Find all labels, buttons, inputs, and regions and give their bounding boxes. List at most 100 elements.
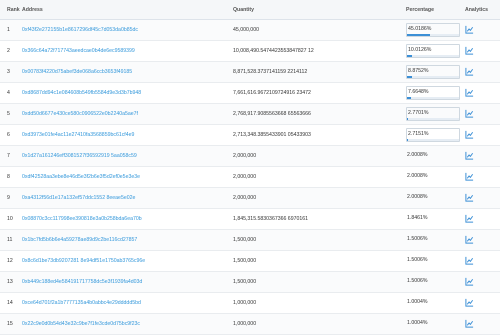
address-cell: 0xd8687dd94c1e084608b549fb5584d9e3d3b7b9… [22, 90, 233, 96]
chart-line-icon[interactable] [465, 46, 474, 55]
rank-cell: 5 [7, 111, 10, 117]
address-link[interactable]: 0xdd50d6677e430ce580c0906522e0b2240a5ae7… [22, 111, 138, 117]
table-row: 6 0xd3973e01fe4ac11e27410fa3568859bc61cf4… [0, 125, 500, 146]
address-link[interactable]: 0x22c9e0d0b54d43e32c9be7f1fe3cde0d75bc9f… [22, 321, 140, 327]
percentage-cell: 8.8752% [404, 65, 463, 79]
address-link[interactable]: 0xa4312f56d1e17a132ef57ddc1552 8eeae5e02… [22, 195, 135, 201]
analytics-cell [463, 256, 500, 267]
percentage-value: 1.0004% [407, 320, 428, 326]
rank-cell: 15 [7, 321, 13, 327]
percentage-cell: 1.5006% [404, 276, 463, 288]
table-row: 8 0xdf42528aa3ebe8e46d5e3f2b6e3f5d2ef0e5e… [0, 167, 500, 188]
address-link[interactable]: 0xf43f2e272155b1e8617296df45c7d053da0b85… [22, 27, 138, 33]
header-rank[interactable]: Rank [0, 7, 22, 13]
header-quantity[interactable]: Quantity [233, 7, 404, 13]
address-link[interactable]: 0x08870c3cc117998ee390818e3a0b258bda6ea7… [22, 216, 142, 222]
analytics-cell [463, 151, 500, 162]
address-cell: 0x08870c3cc117998ee390818e3a0b258bda6ea7… [22, 216, 233, 222]
quantity-cell: 2,000,000 [233, 153, 257, 159]
chart-line-icon[interactable] [465, 298, 474, 307]
quantity-cell: 1,500,000 [233, 237, 257, 243]
quantity-cell: 7,661,616.9672109724916 23472 [233, 90, 311, 96]
header-percentage[interactable]: Percentage [404, 7, 463, 13]
chart-line-icon[interactable] [465, 130, 474, 139]
percentage-value: 2.7151% [408, 131, 429, 137]
address-link[interactable]: 0xd3973e01fe4ac11e27410fa3568859bc61cf4e… [22, 132, 134, 138]
percentage-value: 1.5006% [407, 257, 428, 263]
percentage-cell: 2.0008% [404, 192, 463, 204]
rank-cell: 3 [7, 69, 10, 75]
percentage-bar-fill [407, 97, 411, 99]
chart-line-icon[interactable] [465, 109, 474, 118]
analytics-cell [463, 109, 500, 120]
analytics-cell [463, 235, 500, 246]
percentage-indicator: 2.0008% [406, 192, 458, 204]
chart-line-icon[interactable] [465, 25, 474, 34]
percentage-bar-fill [407, 55, 413, 57]
percentage-bar-fill [407, 34, 431, 36]
percentage-indicator: 2.7701% [406, 107, 460, 121]
quantity-cell: 1,000,000 [233, 321, 257, 327]
quantity-cell: 1,845,315.5830367366 6970161 [233, 216, 309, 222]
chart-line-icon[interactable] [465, 172, 474, 181]
address-cell: 0x00783f4220d75abef3de068a6ccb3653f49185 [22, 69, 233, 75]
table-row: 7 0x1d27a161246eff3081527f36592919 5aa058… [0, 146, 500, 167]
chart-line-icon[interactable] [465, 235, 474, 244]
percentage-indicator: 10.0126% [406, 44, 460, 58]
rank-cell: 2 [7, 48, 10, 54]
chart-line-icon[interactable] [465, 67, 474, 76]
percentage-value: 1.0004% [407, 299, 428, 305]
quantity-cell: 1,500,000 [233, 258, 257, 264]
analytics-cell [463, 46, 500, 57]
address-cell: 0xb449c188ed4e584191717758dc5e3f1939fa4d… [22, 279, 233, 285]
percentage-value: 2.7701% [408, 110, 429, 116]
quantity-cell: 8,871,528.3737141159 2214112 [233, 69, 308, 75]
percentage-value: 45.0186% [408, 26, 432, 32]
chart-line-icon[interactable] [465, 319, 474, 328]
percentage-value: 8.8752% [408, 68, 429, 74]
quantity-cell: 2,713,348.3855433901 05433903 [233, 132, 311, 138]
token-holders-table: Rank Address Quantity Percentage Analyti… [0, 0, 500, 335]
percentage-value: 1.5006% [407, 278, 428, 284]
percentage-value: 10.0126% [408, 47, 432, 53]
address-cell: 0xd3973e01fe4ac11e27410fa3568859bc61cf4e… [22, 132, 233, 138]
address-link[interactable]: 0xb449c188ed4e584191717758dc5e3f1939fa4d… [22, 279, 142, 285]
address-link[interactable]: 0x1bc7fd5b6b6e4a59278ae89d9c2be116cd2785… [22, 237, 137, 243]
chart-line-icon[interactable] [465, 193, 474, 202]
chart-line-icon[interactable] [465, 214, 474, 223]
address-cell: 0x1bc7fd5b6b6e4a59278ae89d9c2be116cd2785… [22, 237, 233, 243]
chart-line-icon[interactable] [465, 151, 474, 160]
percentage-cell: 2.7701% [404, 107, 463, 121]
percentage-bar-fill [407, 76, 412, 78]
chart-line-icon[interactable] [465, 88, 474, 97]
percentage-value: 7.6648% [408, 89, 429, 95]
percentage-cell: 2.7151% [404, 128, 463, 142]
address-link[interactable]: 0xd8687dd94c1e084608b549fb5584d9e3d3b7b9… [22, 90, 141, 96]
address-link[interactable]: 0x366c64a72f717743aeedcae0b4de6ec9589399 [22, 48, 135, 54]
rank-cell: 6 [7, 132, 10, 138]
address-link[interactable]: 0x00783f4220d75abef3de068a6ccb3653f49185 [22, 69, 132, 75]
quantity-cell: 2,000,000 [233, 174, 257, 180]
address-link[interactable]: 0xce64d701f2a1b7777135a4b0abbc4e29ddddd5… [22, 300, 141, 306]
analytics-cell [463, 130, 500, 141]
address-link[interactable]: 0x8c6d1be73db9207281 8e94df51e1750ab3765… [22, 258, 145, 264]
address-cell: 0xce64d701f2a1b7777135a4b0abbc4e29ddddd5… [22, 300, 233, 306]
table-row: 14 0xce64d701f2a1b7777135a4b0abbc4e29dddd… [0, 293, 500, 314]
percentage-indicator: 1.5006% [406, 255, 458, 267]
analytics-cell [463, 67, 500, 78]
percentage-value: 1.5006% [407, 236, 428, 242]
header-address[interactable]: Address [22, 7, 233, 13]
address-cell: 0x1d27a161246eff3081527f36592919 5aa058c… [22, 153, 233, 159]
percentage-bar-fill [407, 139, 409, 141]
address-link[interactable]: 0x1d27a161246eff3081527f36592919 5aa058c… [22, 153, 137, 159]
chart-line-icon[interactable] [465, 256, 474, 265]
chart-line-icon[interactable] [465, 277, 474, 286]
rank-cell: 1 [7, 27, 10, 33]
rank-cell: 13 [7, 279, 13, 285]
percentage-bar [407, 55, 459, 57]
address-link[interactable]: 0xdf42528aa3ebe8e46d5e3f2b6e3f5d2ef0e5e3… [22, 174, 140, 180]
table-row: 15 0x22c9e0d0b54d43e32c9be7f1fe3cde0d75bc… [0, 314, 500, 335]
percentage-cell: 7.6648% [404, 86, 463, 100]
address-cell: 0xdd50d6677e430ce580c0906522e0b2240a5ae7… [22, 111, 233, 117]
percentage-indicator: 1.0004% [406, 318, 458, 330]
